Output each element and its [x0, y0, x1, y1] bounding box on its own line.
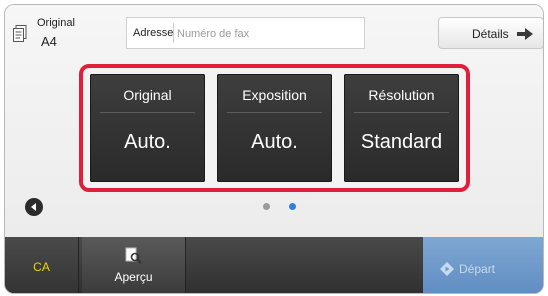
original-info[interactable]: Original A4 [13, 15, 75, 51]
key-value: Standard [360, 131, 443, 153]
key-title: Exposition [242, 87, 307, 103]
original-size: A4 [41, 34, 57, 49]
page-dot-1[interactable] [263, 203, 270, 210]
diamond-start-icon [440, 262, 454, 276]
details-button[interactable]: Détails [438, 17, 543, 49]
start-label: Départ [459, 262, 496, 276]
preview-button[interactable]: Aperçu [82, 237, 186, 293]
bottom-bar: CA Aperçu Départ [5, 237, 543, 293]
resolution-key[interactable]: Résolution Standard [344, 74, 459, 182]
key-value: Auto. [251, 131, 298, 153]
exposure-key[interactable]: Exposition Auto. [217, 74, 332, 182]
start-button[interactable]: Départ [423, 237, 543, 293]
ca-label: CA [33, 260, 50, 274]
key-title: Résolution [368, 87, 435, 103]
ca-button[interactable]: CA [5, 237, 79, 293]
key-divider [227, 112, 322, 113]
key-divider [100, 112, 195, 113]
key-panel: Original Auto. Exposition Auto. Résoluti… [79, 64, 470, 192]
fax-number-input[interactable] [177, 25, 357, 42]
key-value: Auto. [124, 131, 171, 153]
arrow-right-icon [517, 28, 533, 40]
chevron-left-icon [31, 203, 36, 211]
key-title: Original [123, 87, 172, 103]
address-divider [173, 23, 174, 43]
original-key[interactable]: Original Auto. [90, 74, 205, 182]
details-label: Détails [472, 27, 509, 41]
original-label: Original [37, 17, 75, 29]
prev-page-button[interactable] [25, 198, 43, 216]
address-label: Adresse [133, 27, 174, 39]
fax-screen: Original A4 Adresse Détails Original Aut… [4, 4, 544, 294]
magnifier-document-icon [125, 247, 142, 264]
address-field[interactable]: Adresse [126, 17, 365, 49]
preview-label: Aperçu [114, 270, 153, 284]
key-divider [354, 112, 449, 113]
document-stack-icon [13, 25, 27, 42]
page-dot-2-active[interactable] [289, 203, 296, 210]
